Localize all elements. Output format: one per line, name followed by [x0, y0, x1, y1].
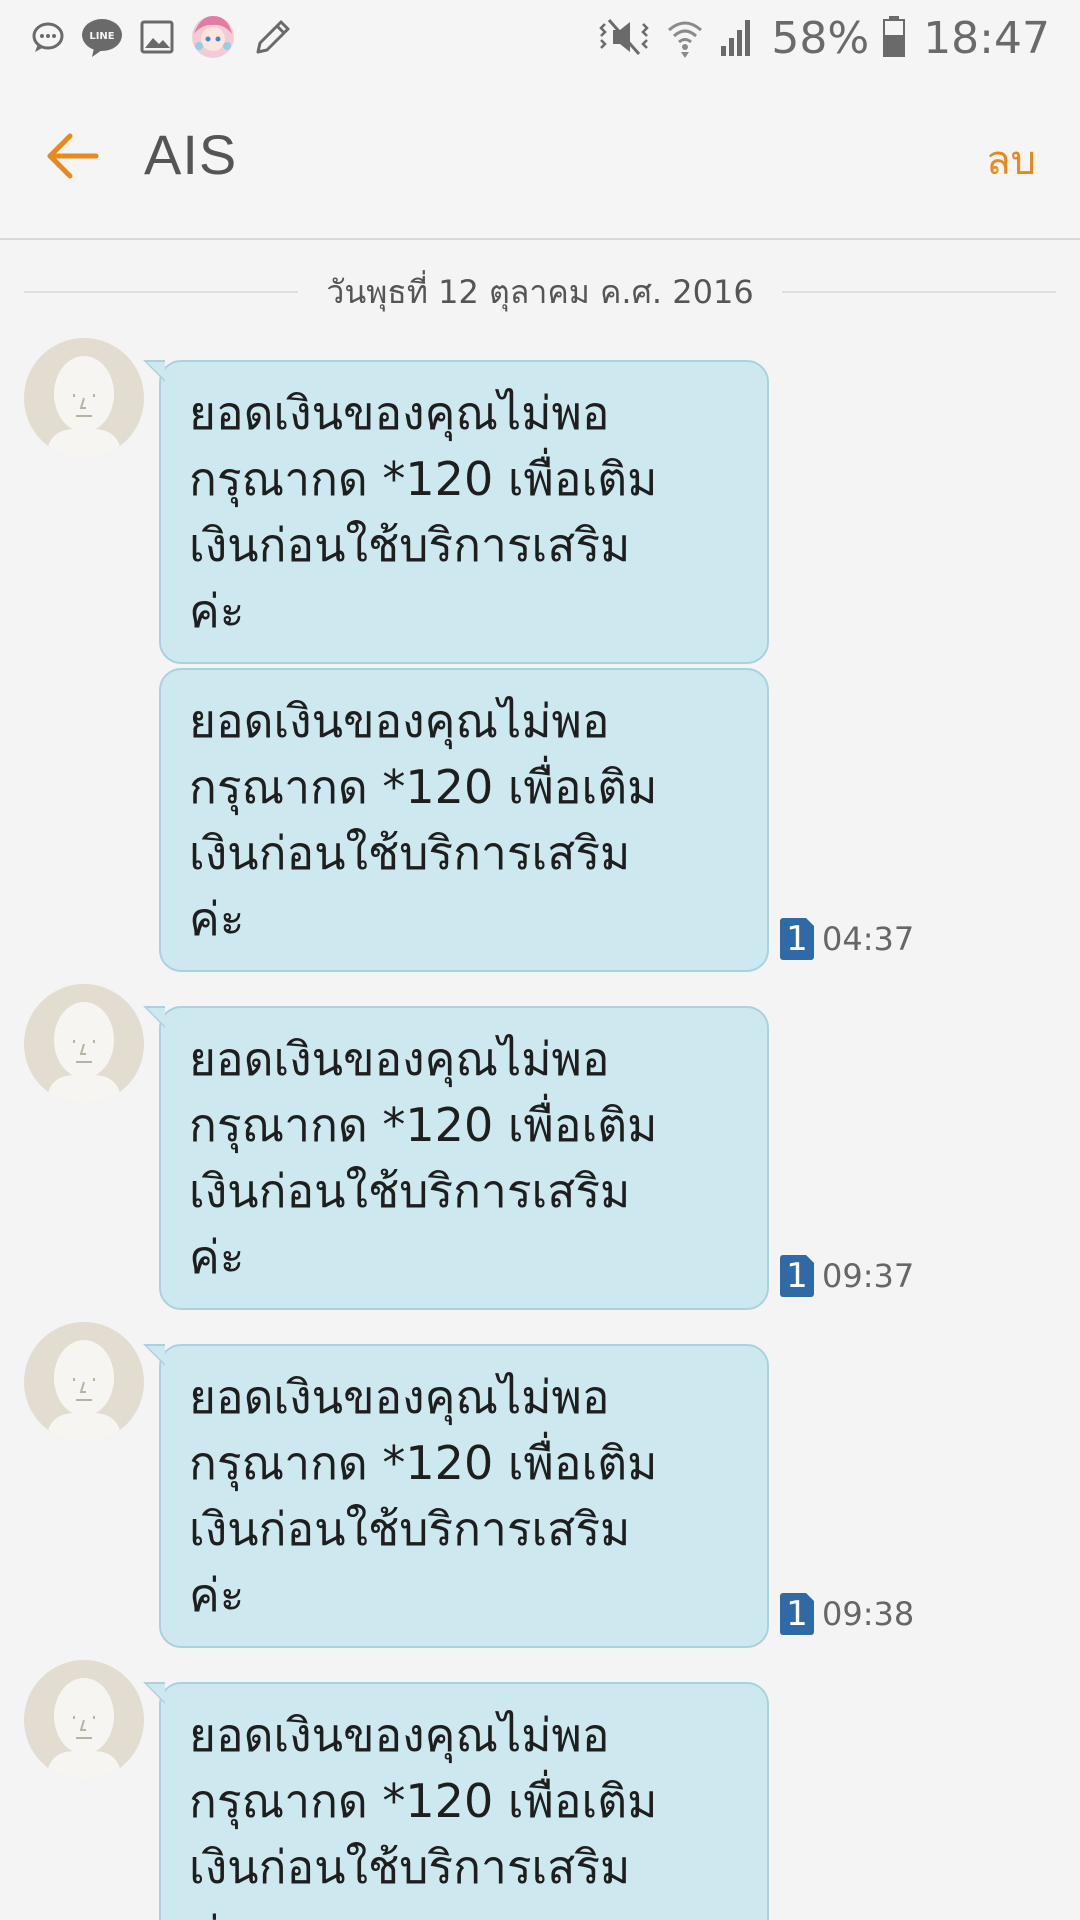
mute-icon: [595, 8, 653, 68]
message-bubble[interactable]: ยอดเงินของคุณไม่พอ กรุณากด *120 เพื่อเติ…: [143, 360, 769, 664]
status-clock: 18:47: [923, 12, 1050, 64]
sim-card-icon: 1: [780, 1593, 814, 1635]
app-bar: AIS ลบ: [0, 76, 1080, 240]
back-button[interactable]: [34, 120, 110, 196]
conversation-title: AIS: [144, 123, 238, 186]
wifi-icon: [665, 8, 705, 68]
anime-avatar-icon: [190, 12, 236, 66]
back-arrow-icon: [44, 128, 100, 188]
person-icon: [46, 356, 122, 458]
sim-card-icon: 1: [780, 918, 814, 960]
battery-percentage: 58%: [771, 12, 870, 64]
message-bubble[interactable]: ยอดเงินของคุณไม่พอ กรุณากด *120 เพื่อเติ…: [159, 668, 769, 972]
message-time: 09:37: [822, 1257, 915, 1295]
date-separator: วันพุธที่ 12 ตุลาคม ค.ศ. 2016: [24, 266, 1057, 318]
message-meta: 1 04:37: [780, 918, 914, 960]
status-bar: LINE 58% 18:47: [0, 0, 1080, 76]
message-time: 09:38: [822, 1595, 915, 1633]
delete-button[interactable]: ลบ: [986, 128, 1036, 192]
message-bubble[interactable]: ยอดเงินของคุณไม่พอ กรุณากด *120 เพื่อเติ…: [143, 1682, 769, 1920]
contact-avatar[interactable]: [24, 1322, 144, 1442]
contact-avatar[interactable]: [24, 338, 144, 458]
battery-icon: [881, 8, 907, 68]
sim-card-icon: 1: [780, 1255, 814, 1297]
contact-avatar[interactable]: [24, 984, 144, 1104]
message-bubble[interactable]: ยอดเงินของคุณไม่พอ กรุณากด *120 เพื่อเติ…: [143, 1344, 769, 1648]
system-indicators: 58% 18:47: [583, 8, 1050, 68]
image-icon: [138, 12, 176, 66]
person-icon: [46, 1340, 122, 1442]
divider: [24, 291, 299, 293]
chat-bubble-icon: [30, 12, 66, 66]
person-icon: [46, 1678, 122, 1780]
contact-avatar[interactable]: [24, 1660, 144, 1780]
svg-text:LINE: LINE: [89, 31, 114, 42]
pencil-icon: [250, 12, 292, 66]
divider: [781, 291, 1057, 293]
date-label: วันพุธที่ 12 ตุลาคม ค.ศ. 2016: [326, 272, 754, 311]
message-time: 04:37: [822, 920, 915, 958]
notification-icons: LINE: [30, 12, 306, 66]
line-app-icon: LINE: [80, 12, 124, 66]
message-meta: 1 09:38: [780, 1593, 914, 1635]
messages-screen: LINE 58% 18:47 AIS ลบ วันพุธที่ 12 ตุลาค…: [0, 0, 1080, 1920]
signal-icon: [717, 8, 757, 68]
person-icon: [46, 1002, 122, 1104]
message-bubble[interactable]: ยอดเงินของคุณไม่พอ กรุณากด *120 เพื่อเติ…: [143, 1006, 769, 1310]
message-meta: 1 09:37: [780, 1255, 914, 1297]
